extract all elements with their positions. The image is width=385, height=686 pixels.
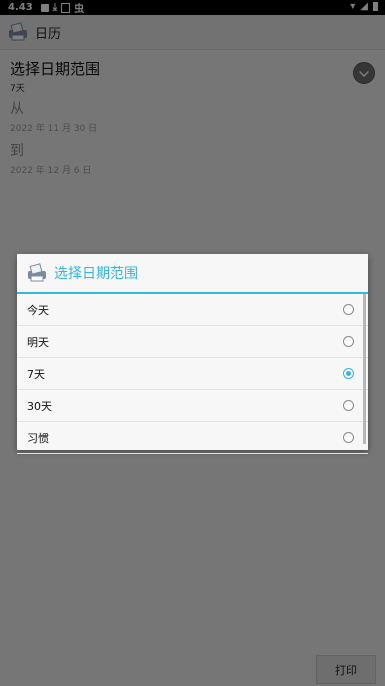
radio-button[interactable] xyxy=(343,336,354,347)
dialog-title: 选择日期范围 xyxy=(54,266,138,282)
dialog-scrollbar[interactable] xyxy=(363,294,366,444)
option-custom[interactable]: 习惯 xyxy=(17,422,368,454)
printer-logo-icon xyxy=(28,263,46,282)
dialog-header: 选择日期范围 xyxy=(17,254,368,294)
option-label: 今天 xyxy=(27,303,49,317)
option-today[interactable]: 今天 xyxy=(17,294,368,326)
radio-button[interactable] xyxy=(343,304,354,315)
radio-button[interactable] xyxy=(343,400,354,411)
option-30-days[interactable]: 30天 xyxy=(17,390,368,422)
option-label: 明天 xyxy=(27,335,49,349)
option-label: 30天 xyxy=(27,399,52,413)
date-range-dialog: 选择日期范围 今天 明天 7天 30天 习惯 xyxy=(17,254,368,454)
option-tomorrow[interactable]: 明天 xyxy=(17,326,368,358)
radio-button[interactable] xyxy=(343,432,354,443)
option-7-days[interactable]: 7天 xyxy=(17,358,368,390)
option-label: 习惯 xyxy=(27,431,49,445)
option-label: 7天 xyxy=(27,367,45,381)
radio-button-selected[interactable] xyxy=(343,368,354,379)
